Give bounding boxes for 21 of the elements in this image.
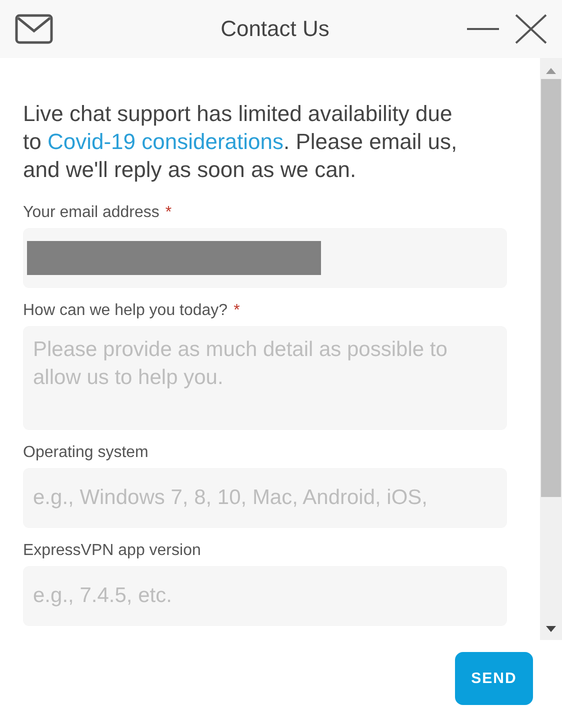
field-label: Operating system [23, 444, 148, 462]
email-field[interactable] [23, 228, 507, 288]
window-title: Contact Us [220, 16, 330, 42]
scrollbar-thumb[interactable] [541, 79, 561, 497]
covid-link[interactable]: Covid-19 considerations [47, 129, 284, 154]
message-field[interactable]: Please provide as much detail as possible to allow us to help you. [23, 326, 507, 430]
text-field[interactable]: e.g., 7.4.5, etc. [23, 566, 507, 626]
envelope-icon [15, 14, 53, 44]
minimize-icon[interactable] [467, 27, 499, 31]
required-asterisk: * [165, 204, 172, 222]
required-asterisk: * [234, 302, 240, 320]
send-button[interactable]: SEND [455, 652, 533, 705]
scroll-up-icon[interactable] [546, 68, 556, 74]
scroll-down-icon[interactable] [546, 626, 556, 632]
field-label: How can we help you today? [23, 302, 228, 320]
intro-paragraph: Live chat support has limited availability due to Covid-19 considerations. Please email us, and we'll reply as soon as we can. [23, 100, 458, 184]
scrollbar[interactable] [540, 58, 562, 640]
field-label: Your email address [23, 204, 160, 222]
close-icon[interactable] [515, 14, 547, 44]
text-field[interactable]: e.g., Windows 7, 8, 10, Mac, Android, iOS, [23, 468, 507, 528]
field-label: ExpressVPN app version [23, 542, 201, 560]
